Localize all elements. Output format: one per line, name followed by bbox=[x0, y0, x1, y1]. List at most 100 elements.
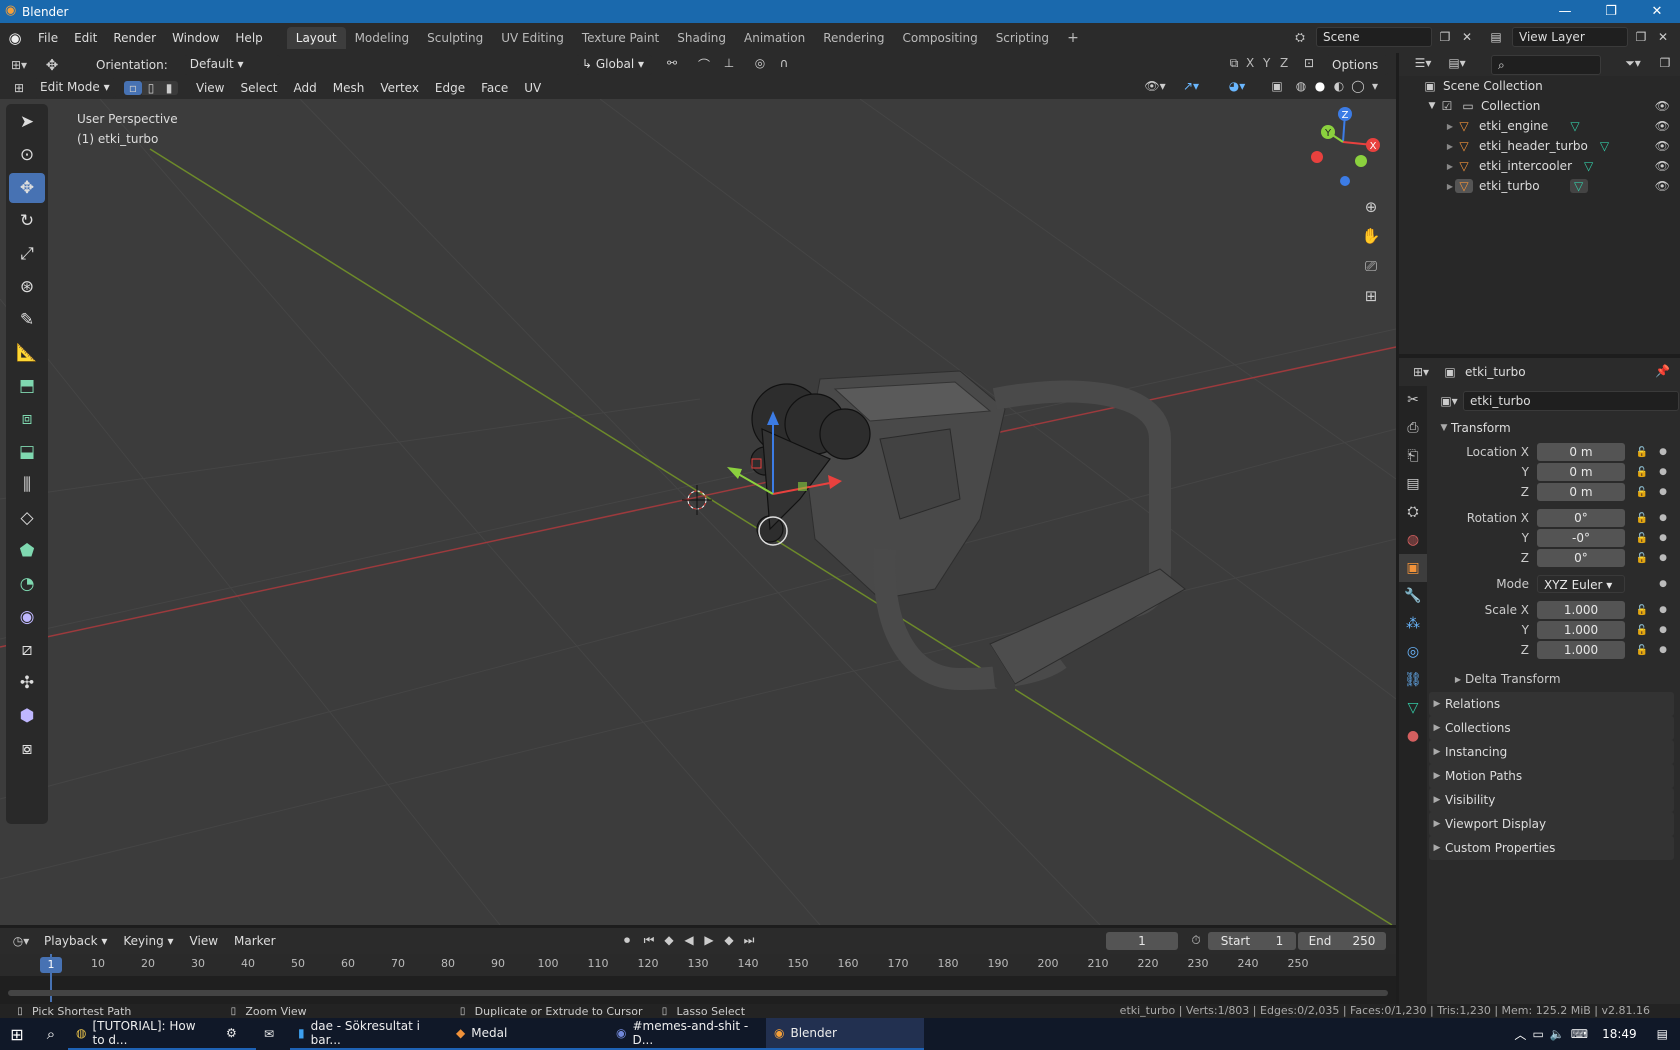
menu-keying[interactable]: Keying ▾ bbox=[115, 928, 181, 954]
pan-hand-icon[interactable]: ✋ bbox=[1357, 221, 1385, 251]
visibility-icon[interactable]: 👁▾ bbox=[1142, 79, 1168, 93]
outliner-item-etki-turbo[interactable]: ▶ ▽ etki_turbo ▽ 👁 bbox=[1399, 176, 1680, 196]
tab-texture-paint[interactable]: Texture Paint bbox=[573, 27, 668, 49]
shear-icon[interactable]: ⬢ bbox=[9, 701, 45, 731]
mesh-data-icon[interactable]: ▽ bbox=[1570, 119, 1579, 133]
scale-x-field[interactable]: 1.000 bbox=[1537, 601, 1625, 619]
outliner-collection[interactable]: ▼ ☑ ▭ Collection 👁 bbox=[1399, 96, 1680, 116]
tab-compositing[interactable]: Compositing bbox=[893, 27, 986, 49]
select-box-icon[interactable]: ➤ bbox=[9, 107, 45, 137]
lock-icon[interactable]: 🔓 bbox=[1633, 625, 1651, 636]
taskbar-explorer[interactable]: ▮ dae - Sökresultat i bar... bbox=[290, 1018, 448, 1050]
pin-icon[interactable]: 📌 bbox=[1655, 364, 1670, 378]
view-layer-field[interactable]: View Layer bbox=[1512, 27, 1628, 47]
keyframe-dot[interactable]: ● bbox=[1657, 625, 1669, 635]
language-icon[interactable]: ⌨ bbox=[1571, 1027, 1588, 1041]
bevel-icon[interactable]: ⬓ bbox=[9, 437, 45, 467]
transform-icon[interactable]: ⊛ bbox=[9, 272, 45, 302]
shading-options-icon[interactable]: ▾ bbox=[1368, 79, 1382, 93]
visibility-eye-icon[interactable]: 👁 bbox=[1655, 159, 1670, 173]
keyframe-dot[interactable]: ● bbox=[1657, 533, 1669, 543]
mode-dropdown[interactable]: Edit Mode ▾ bbox=[34, 78, 116, 98]
visibility-eye-icon[interactable]: 👁 bbox=[1655, 179, 1670, 193]
keyframe-dot[interactable]: ● bbox=[1657, 487, 1669, 497]
overlay-toggle-icon[interactable]: ◕▾ bbox=[1222, 79, 1252, 93]
record-icon[interactable]: ⏺ bbox=[618, 933, 636, 948]
spin-icon[interactable]: ◔ bbox=[9, 569, 45, 599]
outliner-item-etki-engine[interactable]: ▶ ▽ etki_engine ▽ 👁 bbox=[1399, 116, 1680, 136]
tab-shading[interactable]: Shading bbox=[668, 27, 735, 49]
expand-icon[interactable]: ▶ bbox=[1445, 142, 1455, 151]
end-frame-field[interactable]: End 250 bbox=[1298, 932, 1386, 950]
delta-transform-subpanel[interactable]: ▶ Delta Transform bbox=[1429, 666, 1680, 692]
scale-icon[interactable]: ⤢ bbox=[9, 239, 45, 269]
panel-custom-properties[interactable]: ▶ Custom Properties bbox=[1429, 836, 1674, 860]
lock-icon[interactable]: 🔓 bbox=[1633, 605, 1651, 616]
remove-view-layer-icon[interactable]: ✕ bbox=[1654, 30, 1672, 44]
lock-icon[interactable]: 🔓 bbox=[1633, 513, 1651, 524]
search-icon[interactable]: ⌕ bbox=[34, 1025, 68, 1043]
notifications-icon[interactable]: ▤ bbox=[1657, 1027, 1668, 1041]
keyframe-dot[interactable]: ● bbox=[1657, 645, 1669, 655]
smooth-icon[interactable]: ◉ bbox=[9, 602, 45, 632]
vertex-select-icon[interactable]: ▫ bbox=[124, 81, 142, 95]
auto-merge-icon[interactable]: ⊡ bbox=[1300, 56, 1318, 70]
transform-panel-header[interactable]: ▼ Transform bbox=[1429, 416, 1680, 440]
lock-icon[interactable]: 🔓 bbox=[1633, 467, 1651, 478]
loop-cut-icon[interactable]: ⫼ bbox=[9, 470, 45, 500]
menu-uv[interactable]: UV bbox=[516, 77, 549, 99]
move-icon[interactable]: ✥ bbox=[9, 173, 45, 203]
mirror-icon[interactable]: ⧉ bbox=[1226, 56, 1242, 71]
new-view-layer-icon[interactable]: ❐ bbox=[1632, 30, 1650, 44]
location-x-field[interactable]: 0 m bbox=[1537, 443, 1625, 461]
tab-rendering[interactable]: Rendering bbox=[814, 27, 893, 49]
object-name-field[interactable]: etki_turbo bbox=[1463, 391, 1679, 411]
lock-icon[interactable]: 🔓 bbox=[1633, 487, 1651, 498]
outliner-search-input[interactable]: ⌕ bbox=[1491, 55, 1601, 75]
panel-motion-paths[interactable]: ▶ Motion Paths bbox=[1429, 764, 1674, 788]
keyframe-dot[interactable]: ● bbox=[1657, 579, 1669, 589]
windows-start-icon[interactable]: ⊞ bbox=[0, 1025, 34, 1044]
expand-icon[interactable]: ▶ bbox=[1445, 182, 1455, 191]
tab-uv-editing[interactable]: UV Editing bbox=[492, 27, 573, 49]
cursor-icon[interactable]: ⊙ bbox=[9, 140, 45, 170]
taskbar-mail[interactable]: ✉ bbox=[256, 1018, 290, 1050]
scale-y-field[interactable]: 1.000 bbox=[1537, 621, 1625, 639]
panel-collections[interactable]: ▶ Collections bbox=[1429, 716, 1674, 740]
move-tool-icon[interactable]: ✥ bbox=[34, 56, 70, 74]
mirror-z[interactable]: Z bbox=[1280, 56, 1288, 70]
prev-keyframe-icon[interactable]: ◆ bbox=[660, 933, 678, 947]
lock-icon[interactable]: 🔓 bbox=[1633, 553, 1651, 564]
volume-icon[interactable]: 🔈 bbox=[1550, 1027, 1565, 1041]
menu-view[interactable]: View bbox=[188, 77, 232, 99]
xray-icon[interactable]: ▣ bbox=[1268, 79, 1286, 93]
taskbar-medal[interactable]: ◆ Medal bbox=[448, 1018, 608, 1050]
taskbar-chrome[interactable]: ◍ [TUTORIAL]: How to d... bbox=[68, 1018, 218, 1050]
object-data-dropdown-icon[interactable]: ▣▾ bbox=[1435, 394, 1463, 408]
remove-scene-icon[interactable]: ✕ bbox=[1458, 30, 1476, 44]
properties-editor-icon[interactable]: ⊞▾ bbox=[1407, 365, 1435, 379]
gizmo-toggle-icon[interactable]: ↗▾ bbox=[1176, 79, 1206, 93]
scale-z-field[interactable]: 1.000 bbox=[1537, 641, 1625, 659]
new-collection-icon[interactable]: ❐ bbox=[1655, 56, 1675, 70]
keyframe-dot[interactable]: ● bbox=[1657, 467, 1669, 477]
lock-icon[interactable]: 🔓 bbox=[1633, 447, 1651, 458]
poly-build-icon[interactable]: ⬟ bbox=[9, 536, 45, 566]
editor-type-icon[interactable]: ⊞▾ bbox=[4, 58, 34, 72]
next-keyframe-icon[interactable]: ◆ bbox=[720, 933, 738, 947]
transform-orientation-dropdown[interactable]: ↳ Global ▾ bbox=[576, 55, 652, 75]
close-icon[interactable]: ✕ bbox=[1634, 4, 1680, 19]
scene-field[interactable]: Scene bbox=[1316, 27, 1432, 47]
timeline-scrollbar[interactable] bbox=[8, 990, 1388, 996]
visibility-eye-icon[interactable]: 👁 bbox=[1655, 119, 1670, 133]
tab-sculpting[interactable]: Sculpting bbox=[418, 27, 492, 49]
menu-face[interactable]: Face bbox=[473, 77, 516, 99]
face-select-icon[interactable]: ▮ bbox=[160, 81, 178, 95]
measure-icon[interactable]: 📐 bbox=[9, 338, 45, 368]
current-frame-field[interactable]: 1 bbox=[1106, 932, 1178, 950]
material-shading-icon[interactable]: ◐ bbox=[1330, 79, 1348, 93]
lock-icon[interactable]: 🔓 bbox=[1633, 645, 1651, 656]
snap-icon[interactable]: ⌒ bbox=[694, 56, 714, 73]
tray-chevron-icon[interactable]: ︿ bbox=[1514, 1026, 1526, 1043]
render-tab-icon[interactable]: ⎙ bbox=[1399, 414, 1427, 442]
